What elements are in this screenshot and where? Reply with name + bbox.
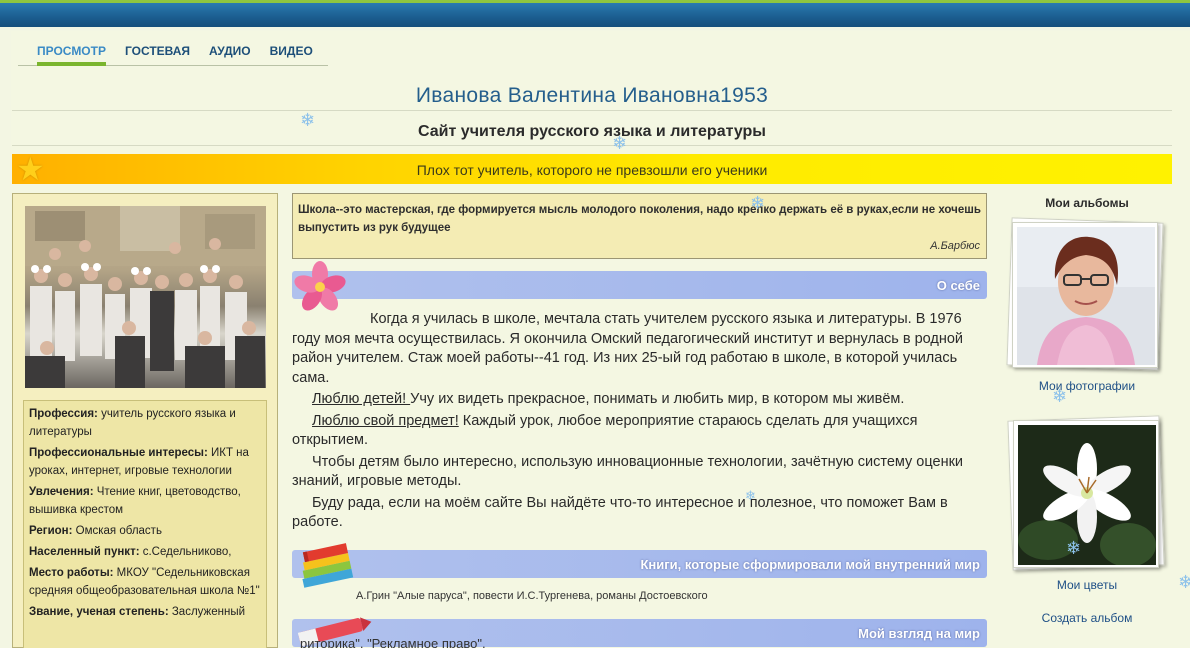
section-about-title: О себе — [936, 278, 980, 293]
snowflake-icon: ❄ — [750, 193, 766, 213]
about-text: Когда я училась в школе, мечтала стать у… — [292, 310, 987, 538]
profile-row: Регион: Омская область — [29, 525, 162, 537]
view-text: риторика", "Рекламное право", — [300, 636, 486, 648]
lily-photo — [1018, 425, 1156, 565]
about-paragraph: Люблю свой предмет! Каждый урок, любое м… — [292, 412, 918, 449]
album-photos-cover[interactable] — [1012, 222, 1158, 368]
love-children-link[interactable]: Люблю детей! — [312, 391, 410, 407]
snowflake-icon: ❄ — [1178, 572, 1190, 592]
quote-box: Школа--это мастерская, где формируется м… — [292, 193, 987, 259]
books-icon — [302, 543, 354, 588]
quote-text: Школа--это мастерская, где формируется м… — [298, 204, 981, 234]
profile-row: Населенный пункт: с.Седельниково, — [29, 546, 232, 558]
profile-row: Профессиональные интересы: ИКТ на уроках… — [29, 447, 249, 477]
motto-text: Плох тот учитель, которого не превзошли … — [416, 162, 768, 178]
top-header-bar — [0, 0, 1190, 27]
about-paragraph: Чтобы детям было интересно, использую ин… — [292, 453, 964, 490]
section-view-title: Мой взгляд на мир — [858, 626, 980, 641]
nav-audio[interactable]: АУДИО — [209, 42, 251, 66]
nav-guestbook[interactable]: ГОСТЕВАЯ — [125, 42, 190, 66]
snowflake-icon: ❄ — [300, 110, 316, 130]
about-paragraph: Когда я училась в школе, мечтала стать у… — [292, 311, 964, 386]
section-books-title: Книги, которые сформировали мой внутренн… — [640, 557, 980, 572]
divider — [12, 110, 1172, 111]
album-photos-link[interactable]: Мои фотографии — [1000, 379, 1174, 393]
books-text: А.Грин "Алые паруса", повести И.С.Турген… — [356, 590, 708, 602]
divider — [12, 145, 1172, 146]
profile-info: Профессия: учитель русского языка и лите… — [23, 400, 267, 648]
album-flowers-link[interactable]: Мои цветы — [1000, 578, 1174, 592]
quote-author: А.Барбюс — [930, 240, 980, 252]
class-photo[interactable] — [25, 206, 266, 388]
about-paragraph: Люблю детей! Учу их видеть прекрасное, п… — [312, 391, 905, 407]
nav-video[interactable]: ВИДЕО — [270, 42, 313, 66]
profile-panel: Профессия: учитель русского языка и лите… — [12, 193, 278, 648]
snowflake-icon: ❄ — [1052, 386, 1068, 406]
snowflake-icon: ❄ — [745, 488, 756, 503]
about-paragraph: Буду рада, если на моём сайте Вы найдёте… — [292, 494, 948, 531]
motto-banner: ★ Плох тот учитель, которого не превзошл… — [12, 153, 1172, 185]
albums-title: Мои альбомы — [1045, 196, 1129, 210]
album-flowers-cover[interactable] — [1013, 420, 1159, 568]
page-title: Иванова Валентина Ивановна1953 — [415, 84, 769, 107]
love-subject-link[interactable]: Люблю свой предмет! — [312, 413, 459, 429]
create-album-link[interactable]: Создать альбом — [1000, 611, 1174, 625]
snowflake-icon: ❄ — [1066, 538, 1082, 558]
nav-view[interactable]: ПРОСМОТР — [37, 42, 106, 66]
page-subtitle: Сайт учителя русского языка и литературы — [418, 123, 766, 140]
flower-icon — [294, 261, 346, 311]
class-photo-image — [25, 206, 266, 388]
snowflake-icon: ❄ — [612, 133, 628, 153]
main-nav: ПРОСМОТР ГОСТЕВАЯ АУДИО ВИДЕО — [18, 42, 328, 66]
profile-row: Место работы: МКОУ "Седельниковская сред… — [29, 567, 260, 597]
profile-row: Звание, ученая степень: Заслуженный — [29, 606, 246, 618]
section-about-bar: О себе — [292, 271, 987, 299]
portrait-photo — [1017, 227, 1155, 365]
section-books-bar: Книги, которые сформировали мой внутренн… — [292, 550, 987, 578]
profile-row: Профессия: учитель русского языка и лите… — [29, 408, 236, 438]
profile-row: Увлечения: Чтение книг, цветоводство, вы… — [29, 486, 241, 516]
